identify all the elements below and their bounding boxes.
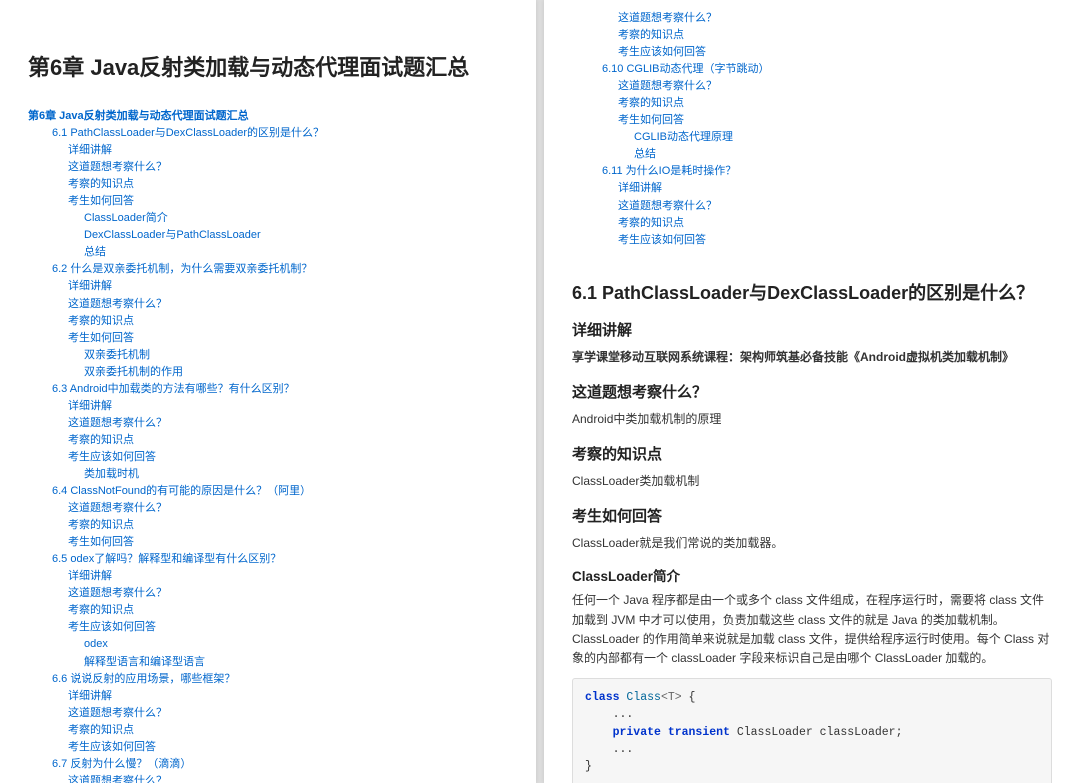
- knowledge-answer: ClassLoader类加载机制: [572, 472, 1052, 491]
- toc-link[interactable]: 这道题想考察什么？: [68, 415, 508, 432]
- toc-link[interactable]: 考察的知识点: [68, 313, 508, 330]
- toc-link[interactable]: 这道题想考察什么？: [618, 78, 1052, 95]
- section-6-1-title: 6.1 PathClassLoader与DexClassLoader的区别是什么…: [572, 279, 1052, 305]
- toc-link[interactable]: 考察的知识点: [68, 602, 508, 619]
- toc-link[interactable]: 考生如何回答: [618, 112, 1052, 129]
- classloader-intro-para: 任何一个 Java 程序都是由一个或多个 class 文件组成，在程序运行时，需…: [572, 591, 1052, 668]
- toc-left: 第6章 Java反射类加载与动态代理面试题汇总6.1 PathClassLoad…: [28, 108, 508, 783]
- toc-link[interactable]: 这道题想考察什么？: [68, 585, 508, 602]
- toc-link[interactable]: 考察的知识点: [618, 95, 1052, 112]
- toc-link[interactable]: 6.4 ClassNotFound的有可能的原因是什么？（阿里）: [52, 483, 508, 500]
- training-course-text: 享学课堂移动互联网系统课程：架构师筑基必备技能《Android虚拟机类加载机制》: [572, 348, 1052, 367]
- toc-link[interactable]: 解释型语言和编译型语言: [84, 654, 508, 671]
- toc-link[interactable]: 这道题想考察什么？: [68, 500, 508, 517]
- toc-right-continued: 这道题想考察什么？考察的知识点考生应该如何回答6.10 CGLIB动态代理（字节…: [592, 10, 1052, 249]
- toc-link[interactable]: 考生应该如何回答: [68, 449, 508, 466]
- toc-link[interactable]: 6.7 反射为什么慢？（滴滴）: [52, 756, 508, 773]
- toc-link[interactable]: 考察的知识点: [68, 722, 508, 739]
- toc-link[interactable]: 考生如何回答: [68, 193, 508, 210]
- toc-link[interactable]: 6.6 说说反射的应用场景，哪些框架？: [52, 671, 508, 688]
- toc-link[interactable]: 这道题想考察什么？: [68, 296, 508, 313]
- toc-link[interactable]: 6.10 CGLIB动态代理（字节跳动）: [602, 61, 1052, 78]
- toc-link[interactable]: 双亲委托机制: [84, 347, 508, 364]
- toc-link[interactable]: 6.11 为什么IO是耗时操作？: [602, 163, 1052, 180]
- subheading-knowledge: 考察的知识点: [572, 443, 1052, 464]
- code-block-class: class Class<T> { ... private transient C…: [572, 678, 1052, 783]
- toc-link[interactable]: 6.2 什么是双亲委托机制，为什么需要双亲委托机制？: [52, 261, 508, 278]
- toc-link[interactable]: 这道题想考察什么？: [618, 198, 1052, 215]
- toc-link[interactable]: 详细讲解: [68, 568, 508, 585]
- toc-link[interactable]: 考生应该如何回答: [618, 232, 1052, 249]
- toc-link[interactable]: CGLIB动态代理原理: [634, 129, 1052, 146]
- toc-link[interactable]: 双亲委托机制的作用: [84, 364, 508, 381]
- toc-link[interactable]: 考察的知识点: [68, 432, 508, 449]
- toc-link[interactable]: 总结: [84, 244, 508, 261]
- examine-answer: Android中类加载机制的原理: [572, 410, 1052, 429]
- toc-link[interactable]: ClassLoader简介: [84, 210, 508, 227]
- toc-link[interactable]: 6.1 PathClassLoader与DexClassLoader的区别是什么…: [52, 125, 508, 142]
- toc-link[interactable]: 考生应该如何回答: [68, 739, 508, 756]
- toc-link[interactable]: DexClassLoader与PathClassLoader: [84, 227, 508, 244]
- toc-link[interactable]: 考察的知识点: [618, 215, 1052, 232]
- toc-link[interactable]: 详细讲解: [68, 142, 508, 159]
- page-right: 这道题想考察什么？考察的知识点考生应该如何回答6.10 CGLIB动态代理（字节…: [544, 0, 1080, 783]
- toc-link[interactable]: 考生应该如何回答: [618, 44, 1052, 61]
- classloader-intro-title: ClassLoader简介: [572, 565, 1052, 585]
- toc-link[interactable]: 总结: [634, 146, 1052, 163]
- page-left: 第6章 Java反射类加载与动态代理面试题汇总 第6章 Java反射类加载与动态…: [0, 0, 536, 783]
- toc-link[interactable]: 详细讲解: [68, 398, 508, 415]
- toc-link[interactable]: 这道题想考察什么？: [68, 773, 508, 783]
- toc-link[interactable]: 考生如何回答: [68, 330, 508, 347]
- toc-link[interactable]: 考生如何回答: [68, 534, 508, 551]
- toc-link[interactable]: 6.5 odex了解吗？解释型和编译型有什么区别？: [52, 551, 508, 568]
- page-title: 第6章 Java反射类加载与动态代理面试题汇总: [28, 50, 508, 82]
- toc-link[interactable]: 考生应该如何回答: [68, 619, 508, 636]
- toc-link[interactable]: odex: [84, 636, 508, 653]
- subheading-how-answer: 考生如何回答: [572, 505, 1052, 526]
- toc-link[interactable]: 详细讲解: [618, 180, 1052, 197]
- toc-link[interactable]: 考察的知识点: [68, 176, 508, 193]
- toc-link[interactable]: 这道题想考察什么？: [68, 705, 508, 722]
- toc-link[interactable]: 考察的知识点: [618, 27, 1052, 44]
- toc-link[interactable]: 这道题想考察什么？: [618, 10, 1052, 27]
- toc-link[interactable]: 详细讲解: [68, 278, 508, 295]
- how-answer-text: ClassLoader就是我们常说的类加载器。: [572, 534, 1052, 553]
- toc-link[interactable]: 第6章 Java反射类加载与动态代理面试题汇总: [28, 108, 508, 125]
- toc-link[interactable]: 详细讲解: [68, 688, 508, 705]
- toc-link[interactable]: 这道题想考察什么？: [68, 159, 508, 176]
- subheading-examine: 这道题想考察什么？: [572, 381, 1052, 402]
- toc-link[interactable]: 6.3 Android中加载类的方法有哪些？有什么区别？: [52, 381, 508, 398]
- subheading-detailed: 详细讲解: [572, 319, 1052, 340]
- toc-link[interactable]: 类加载时机: [84, 466, 508, 483]
- toc-link[interactable]: 考察的知识点: [68, 517, 508, 534]
